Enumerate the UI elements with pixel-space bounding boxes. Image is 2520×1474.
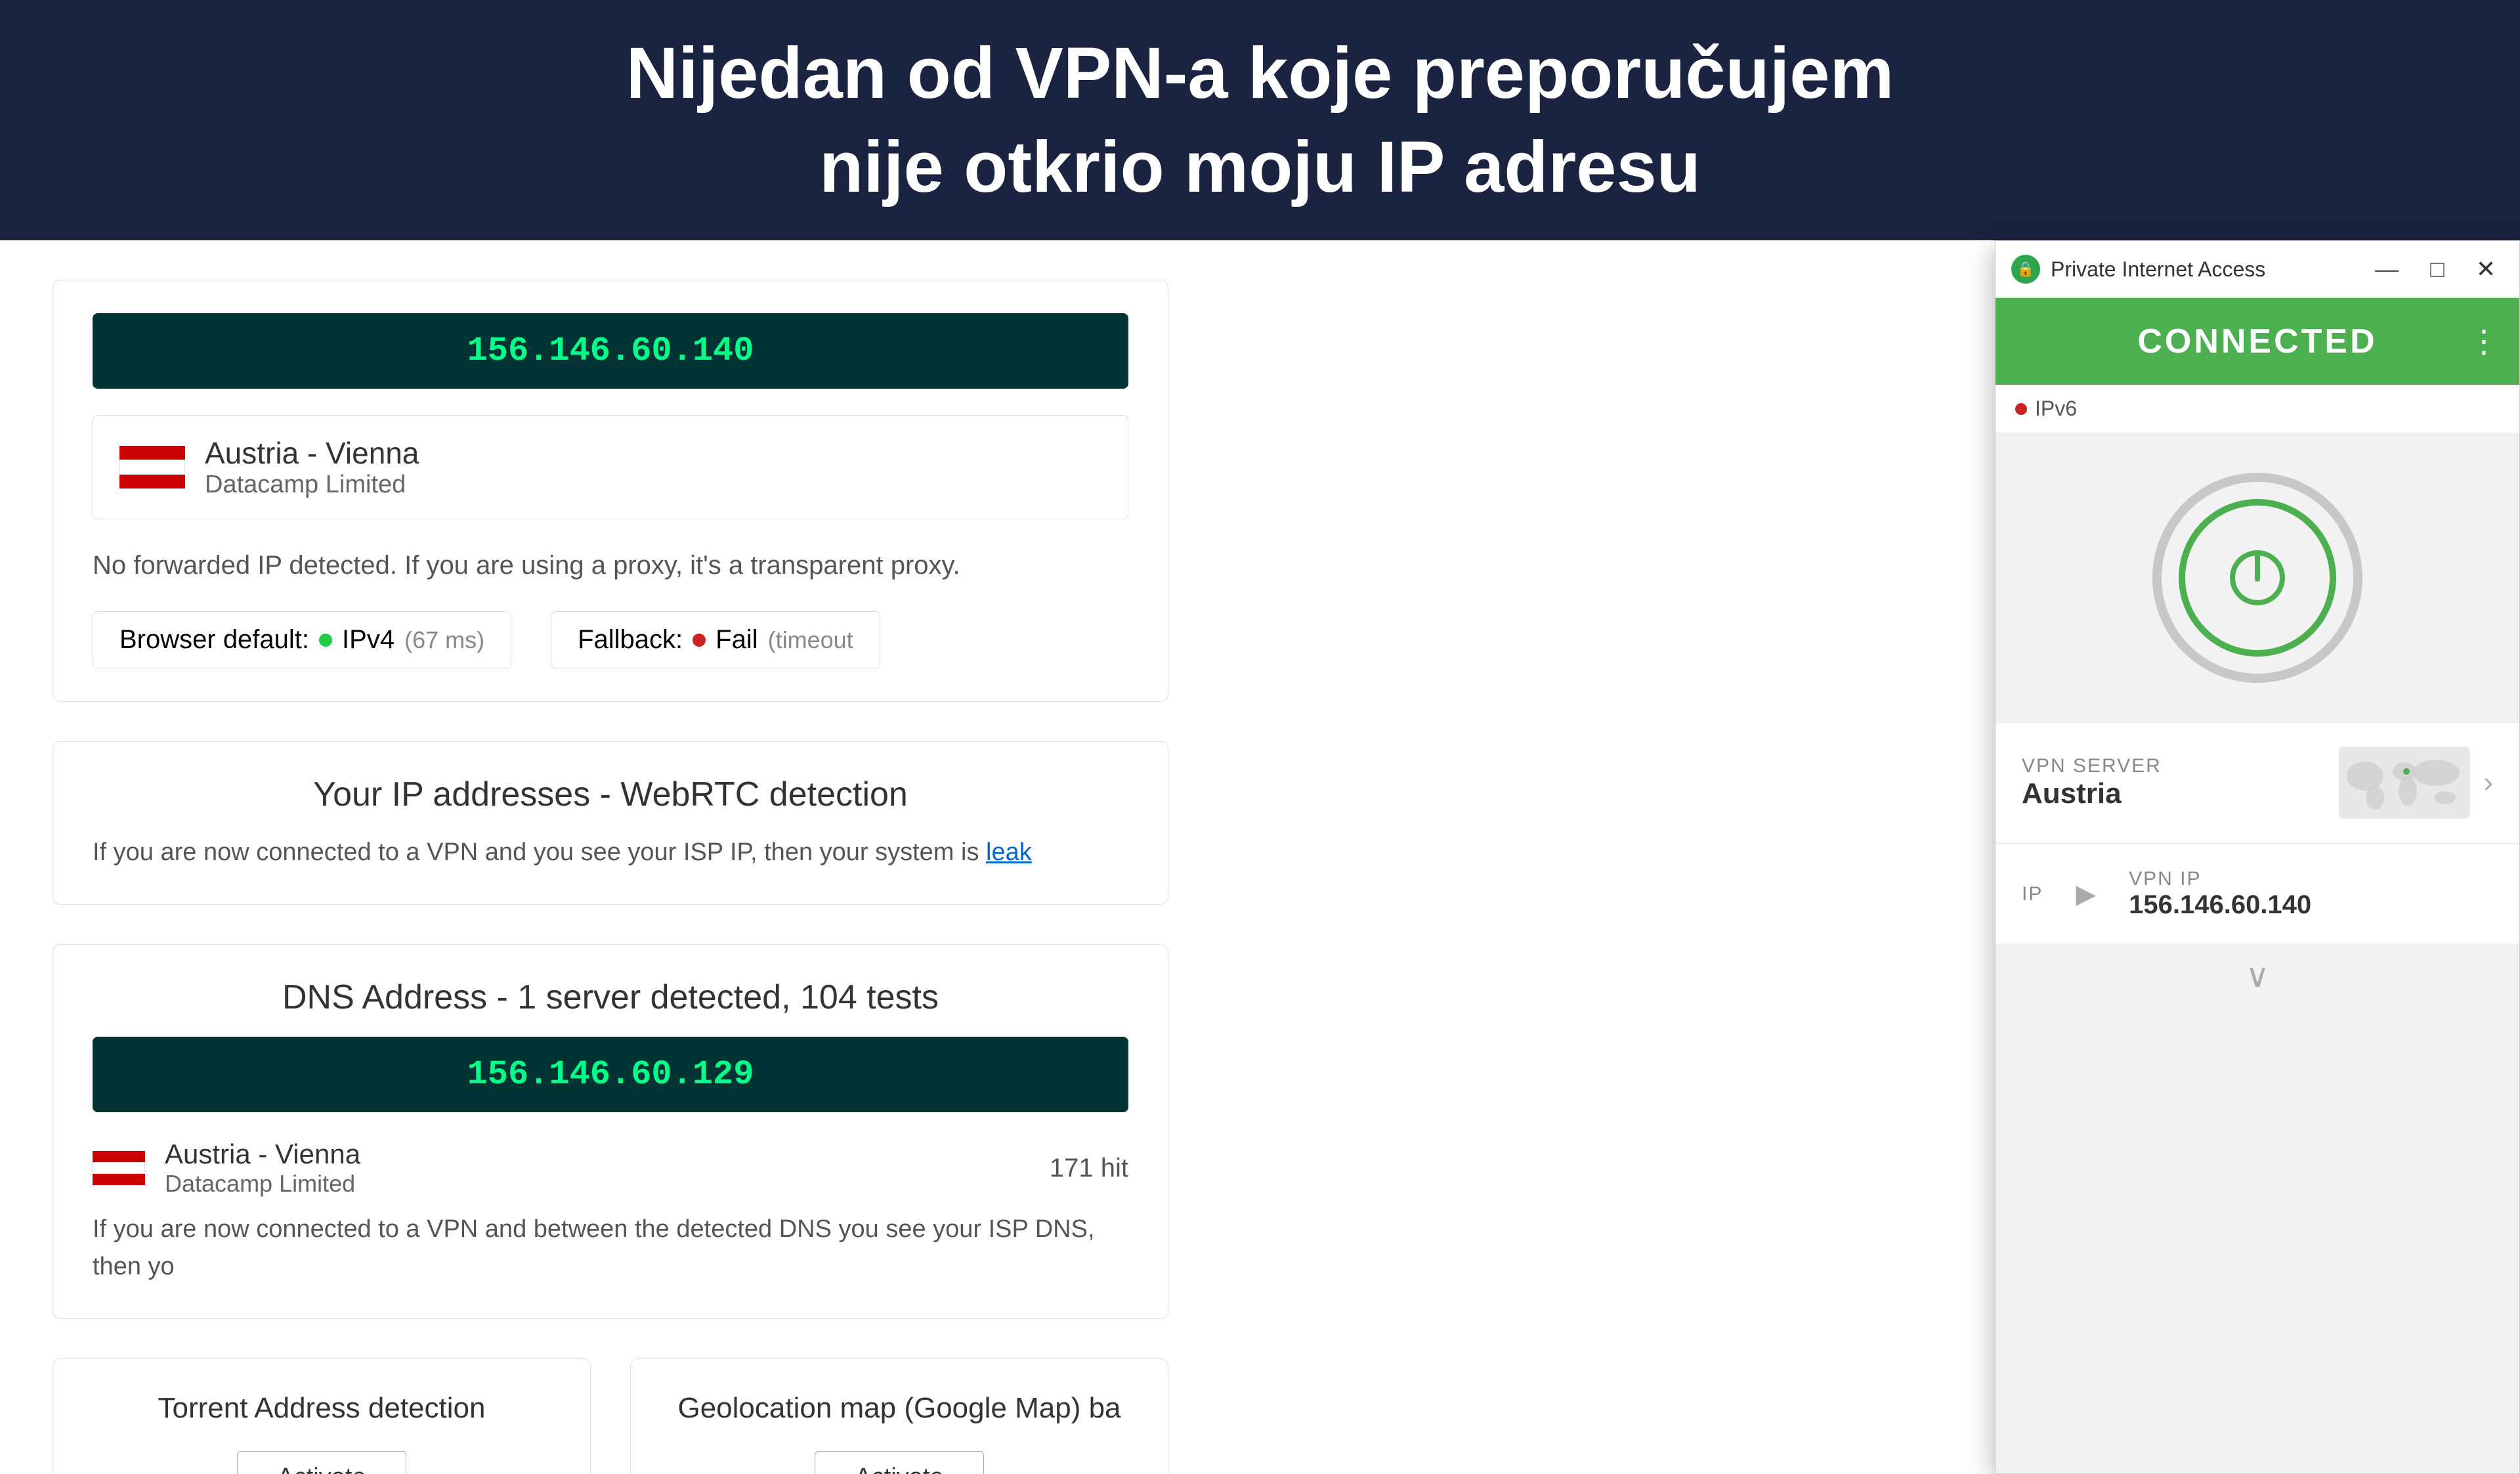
dns-austria-flag — [93, 1151, 145, 1185]
banner-title: Nijedan od VPN-a koje preporučujem nije … — [13, 26, 2507, 214]
ip-card: 156.146.60.140 Austria - Vienna Datacamp… — [53, 280, 1168, 702]
dns-location-name: Austria - Vienna — [165, 1138, 360, 1170]
dns-location-provider: Datacamp Limited — [165, 1170, 360, 1198]
dns-desc: If you are now connected to a VPN and be… — [93, 1211, 1128, 1286]
location-name: Austria - Vienna — [205, 435, 419, 471]
hit-count: 171 hit — [1050, 1154, 1128, 1183]
bottom-cards: Torrent Address detection Activate Geolo… — [53, 1358, 1168, 1474]
geolocation-activate-button[interactable]: Activate — [815, 1451, 983, 1474]
fallback-item: Fallback: Fail (timeout — [551, 611, 880, 668]
location-row: Austria - Vienna Datacamp Limited — [93, 415, 1128, 519]
torrent-activate-button[interactable]: Activate — [237, 1451, 406, 1474]
webrtc-leak-link[interactable]: leak — [986, 838, 1032, 866]
no-forward-text: No forwarded IP detected. If you are usi… — [93, 546, 1128, 585]
server-chevron-icon[interactable]: › — [2483, 766, 2493, 799]
pia-chevron-down-area: ∨ — [1996, 943, 2519, 1008]
geolocation-title: Geolocation map (Google Map) ba — [670, 1392, 1128, 1425]
ipv6-status-dot — [2015, 403, 2027, 415]
power-button-outer — [2152, 473, 2362, 683]
dns-location-row: Austria - Vienna Datacamp Limited 171 hi… — [93, 1138, 1128, 1198]
connected-label: CONNECTED — [2137, 322, 2377, 361]
chevron-down-icon[interactable]: ∨ — [2246, 957, 2270, 995]
detection-row: Browser default: IPv4 (67 ms) Fallback: … — [93, 611, 1128, 668]
fail-dot — [693, 634, 706, 647]
location-provider: Datacamp Limited — [205, 471, 419, 499]
ip-address-value: 156.146.60.140 — [467, 332, 754, 370]
webrtc-section: Your IP addresses - WebRTC detection If … — [53, 741, 1168, 905]
dns-section: DNS Address - 1 server detected, 104 tes… — [53, 944, 1168, 1319]
fail-detail: (timeout — [768, 626, 853, 654]
webrtc-desc: If you are now connected to a VPN and yo… — [93, 834, 1128, 871]
close-button[interactable]: ✕ — [2468, 253, 2504, 286]
server-map — [2339, 747, 2470, 819]
pia-title: Private Internet Access — [2051, 257, 2357, 282]
austria-flag — [119, 446, 185, 488]
fail-label: Fail — [715, 625, 758, 655]
world-map-icon — [2339, 747, 2470, 819]
webrtc-title: Your IP addresses - WebRTC detection — [93, 775, 1128, 814]
server-info: VPN SERVER Austria — [2022, 755, 2326, 810]
dns-title: DNS Address - 1 server detected, 104 tes… — [93, 978, 1128, 1017]
pia-ipv6-bar: IPv6 — [1996, 385, 2519, 433]
window-controls: — □ ✕ — [2367, 253, 2504, 286]
ip-arrow-icon: ▶ — [2076, 879, 2096, 909]
ip-address-bar: 156.146.60.140 — [93, 313, 1128, 389]
pia-connected-bar: CONNECTED ⋮ — [1996, 298, 2519, 385]
server-label: VPN SERVER — [2022, 755, 2326, 777]
vpn-ip-value: 156.146.60.140 — [2129, 890, 2311, 920]
pia-power-area — [1996, 433, 2519, 722]
pia-titlebar: 🔒 Private Internet Access — □ ✕ — [1996, 241, 2519, 298]
ipv6-label: IPv6 — [2035, 397, 2077, 421]
ipv4-dot — [319, 634, 332, 647]
power-button[interactable] — [2179, 499, 2336, 657]
dns-ip-bar: 156.146.60.129 — [93, 1037, 1128, 1112]
pia-window: 🔒 Private Internet Access — □ ✕ CONNECTE… — [1995, 240, 2520, 1474]
browser-default-item: Browser default: IPv4 (67 ms) — [93, 611, 511, 668]
torrent-title: Torrent Address detection — [93, 1392, 551, 1425]
top-banner: Nijedan od VPN-a koje preporučujem nije … — [0, 0, 2520, 240]
server-name: Austria — [2022, 777, 2326, 810]
minimize-button[interactable]: — — [2367, 253, 2406, 286]
geolocation-card: Geolocation map (Google Map) ba Activate… — [630, 1358, 1168, 1474]
dns-ip-value: 156.146.60.129 — [467, 1055, 754, 1094]
browser-default-label: Browser default: — [119, 625, 309, 655]
ipv4-label: IPv4 — [342, 625, 395, 655]
maximize-button[interactable]: □ — [2422, 253, 2452, 286]
vpn-ip-label: VPN IP — [2129, 868, 2311, 890]
torrent-card: Torrent Address detection Activate — [53, 1358, 591, 1474]
pia-menu-button[interactable]: ⋮ — [2468, 323, 2500, 360]
ip-label: IP — [2022, 883, 2043, 905]
ipv4-ms: (67 ms) — [404, 626, 484, 654]
power-icon — [2225, 545, 2290, 611]
pia-server-section: VPN SERVER Austria — [1996, 722, 2519, 842]
pia-logo-icon: 🔒 — [2011, 255, 2040, 284]
main-content: 156.146.60.140 Austria - Vienna Datacamp… — [0, 240, 2520, 1474]
fallback-label: Fallback: — [578, 625, 683, 655]
pia-ip-section: IP ▶ VPN IP 156.146.60.140 — [1996, 844, 2519, 943]
